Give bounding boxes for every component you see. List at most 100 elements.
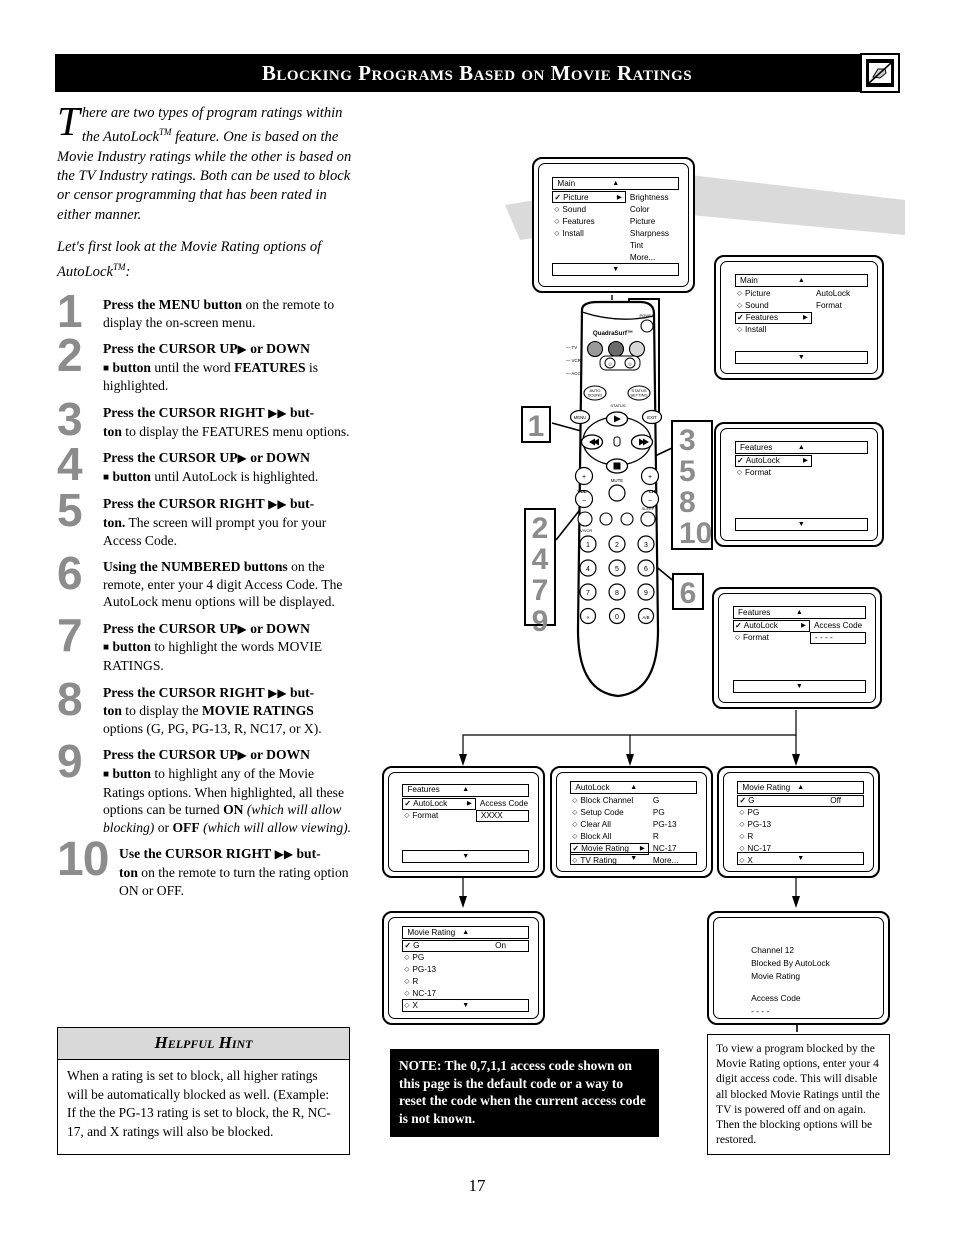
menu-item-label: AutoLock [743, 621, 778, 631]
blocked-tv-icon [860, 53, 900, 93]
callout-line: 10 [679, 517, 713, 550]
menu-item-label: G [413, 941, 420, 951]
diamond-icon: ◇ [404, 966, 410, 974]
instruction-step-8: 8 Press the CURSOR RIGHT ▶▶ but-ton to di… [57, 676, 357, 738]
view-blocked-program-note: To view a program blocked by the Movie R… [707, 1034, 890, 1156]
step-number: 10 [57, 833, 109, 887]
menu-item-rating-pg13[interactable]: ◇ PG-13 [737, 819, 864, 831]
scroll-down-icon: ▼ [797, 520, 805, 528]
tv-screen-blocked-message: Channel 12 Blocked By AutoLock Movie Rat… [707, 911, 890, 1025]
step-text: Press the MENU button on the remote to d… [103, 296, 335, 330]
menu-title: Main [557, 179, 576, 189]
step-text: Press the CURSOR RIGHT ▶▶ but-ton to dis… [103, 684, 322, 736]
menu-item-features[interactable]: ◇ Features [552, 215, 625, 227]
menu-item-autolock[interactable]: ✓ AutoLock ▶ [402, 797, 476, 810]
menu-item-label: PG [747, 808, 760, 818]
scroll-down-bar[interactable]: ▼ [570, 852, 698, 866]
menu-item-label: PG-13 [747, 820, 772, 830]
svg-text:2: 2 [615, 542, 619, 549]
scroll-up-icon: ▲ [797, 443, 805, 451]
menu-title: Features [738, 607, 771, 617]
tv-screen-main-features: Main ▲ ◇ Picture ◇ Sound ✓ Features ▶ ◇ … [714, 255, 884, 380]
menu-title: Features [407, 785, 440, 795]
menu-item-label: Sound [562, 204, 587, 214]
menu-item-sound[interactable]: ◇ Sound [735, 300, 812, 312]
note-box: NOTE: The 0,7,1,1 access code shown on t… [390, 1049, 659, 1138]
blocked-line-channel: Channel 12 [751, 945, 795, 955]
scroll-down-bar[interactable]: ▼ [552, 263, 680, 277]
menu-item-install[interactable]: ◇ Install [735, 324, 812, 336]
instruction-step-7: 7 Press the CURSOR UP▶ or DOWN ■ button to… [57, 612, 357, 675]
menu-item-label: Block Channel [580, 796, 634, 806]
scroll-down-bar[interactable]: ▼ [735, 351, 868, 365]
menu-item-autolock[interactable]: ✓ AutoLock ▶ [733, 619, 810, 632]
svg-text:SLEEP: SLEEP [642, 506, 655, 511]
step-text: Using the NUMBERED buttons on the remote… [103, 559, 343, 610]
svg-text:7: 7 [586, 590, 590, 597]
check-icon: ✓ [554, 192, 562, 202]
chevron-right-icon: ▶ [466, 799, 472, 807]
menu-item-autolock[interactable]: ✓ AutoLock ▶ [735, 455, 812, 468]
menu-item-rating-pg13[interactable]: ◇ PG-13 [402, 964, 529, 976]
blocked-line-spacer [751, 983, 830, 992]
menu-item-label: Picture [745, 289, 771, 299]
scroll-up-icon: ▲ [797, 783, 805, 791]
diamond-icon: ◇ [572, 833, 578, 841]
intro-paragraph-1: There are two types of program ratings w… [57, 101, 357, 225]
submenu-item-picture[interactable]: Picture [626, 215, 679, 227]
menu-item-picture[interactable]: ✓ Picture ▶ [552, 191, 626, 204]
scroll-down-icon: ▼ [797, 353, 805, 361]
menu-item-rating-pg[interactable]: ◇ PG [402, 952, 529, 964]
menu-item-block-channel[interactable]: ◇ Block Channel [570, 795, 649, 807]
scroll-down-bar[interactable]: ▼ [402, 999, 530, 1012]
step-number: 6 [57, 547, 83, 600]
submenu-item-tint[interactable]: Tint [626, 239, 679, 251]
submenu-item-sharpness[interactable]: Sharpness [626, 227, 679, 239]
menu-item-rating-pg[interactable]: ◇ PG [737, 807, 864, 819]
instruction-step-1: 1 Press the MENU button on the remote to … [57, 288, 357, 334]
svg-text:EXIT: EXIT [647, 415, 657, 420]
menu-item-format[interactable]: ◇ Format [735, 467, 812, 479]
chevron-right-icon: ▶ [802, 457, 808, 465]
svg-text:VOL: VOL [577, 489, 587, 494]
menu-item-label: Clear All [580, 820, 611, 830]
menu-item-rating-g[interactable]: ✓ G On [402, 940, 530, 952]
menu-item-block-all[interactable]: ◇ Block All [570, 831, 649, 843]
svg-text:8: 8 [615, 590, 619, 597]
submenu-item-brightness[interactable]: Brightness [626, 191, 679, 203]
menu-item-label: Install [745, 325, 767, 335]
step-text: Press the CURSOR UP▶ or DOWN ■ button unt… [103, 341, 319, 394]
scroll-down-bar[interactable]: ▼ [737, 852, 865, 866]
scroll-down-bar[interactable]: ▼ [735, 518, 868, 532]
menu-item-format[interactable]: ◇ Format [733, 632, 810, 644]
menu-item-sound[interactable]: ◇ Sound [552, 203, 625, 215]
svg-text:TV/VCR: TV/VCR [578, 528, 593, 533]
svg-text:— TV: — TV [566, 345, 577, 350]
access-code-input[interactable]: XXXX [475, 809, 530, 822]
menu-item-format[interactable]: ◇ Format [402, 810, 475, 822]
access-code-input[interactable]: - - - - [809, 631, 866, 644]
svg-text:QuadraSurf™: QuadraSurf™ [593, 330, 633, 337]
menu-item-label: PG-13 [412, 965, 437, 975]
submenu-item-color[interactable]: Color [626, 203, 679, 215]
submenu-item-format[interactable]: Format [812, 300, 868, 312]
submenu-item-autolock[interactable]: AutoLock [812, 288, 868, 300]
blocked-line-access-code-label: Access Code [751, 993, 801, 1003]
svg-text:−: − [582, 498, 586, 505]
menu-item-setup-code[interactable]: ◇ Setup Code [570, 807, 649, 819]
menu-item-picture[interactable]: ◇ Picture [735, 288, 812, 300]
blocked-line-access-code-value: - - - - [751, 1006, 770, 1016]
menu-item-rating-r[interactable]: ◇ R [737, 831, 864, 843]
menu-item-clear-all[interactable]: ◇ Clear All [570, 819, 649, 831]
menu-item-rating-g[interactable]: ✓ G Off [737, 794, 865, 807]
scroll-down-bar[interactable]: ▼ [733, 680, 866, 694]
submenu-item-more[interactable]: More... [626, 251, 679, 263]
callout-line: 6 [679, 577, 697, 610]
tv-screen-features-code-entered: Features ▲ ✓ AutoLock ▶ ◇ Format Access Co… [382, 766, 545, 878]
menu-item-install[interactable]: ◇ Install [552, 227, 625, 239]
menu-item-rating-r[interactable]: ◇ R [402, 976, 529, 988]
svg-text:0: 0 [615, 614, 619, 621]
menu-item-features[interactable]: ✓ Features ▶ [735, 312, 812, 325]
scroll-down-bar[interactable]: ▼ [402, 850, 530, 864]
rating-state-value: Off [830, 796, 842, 806]
